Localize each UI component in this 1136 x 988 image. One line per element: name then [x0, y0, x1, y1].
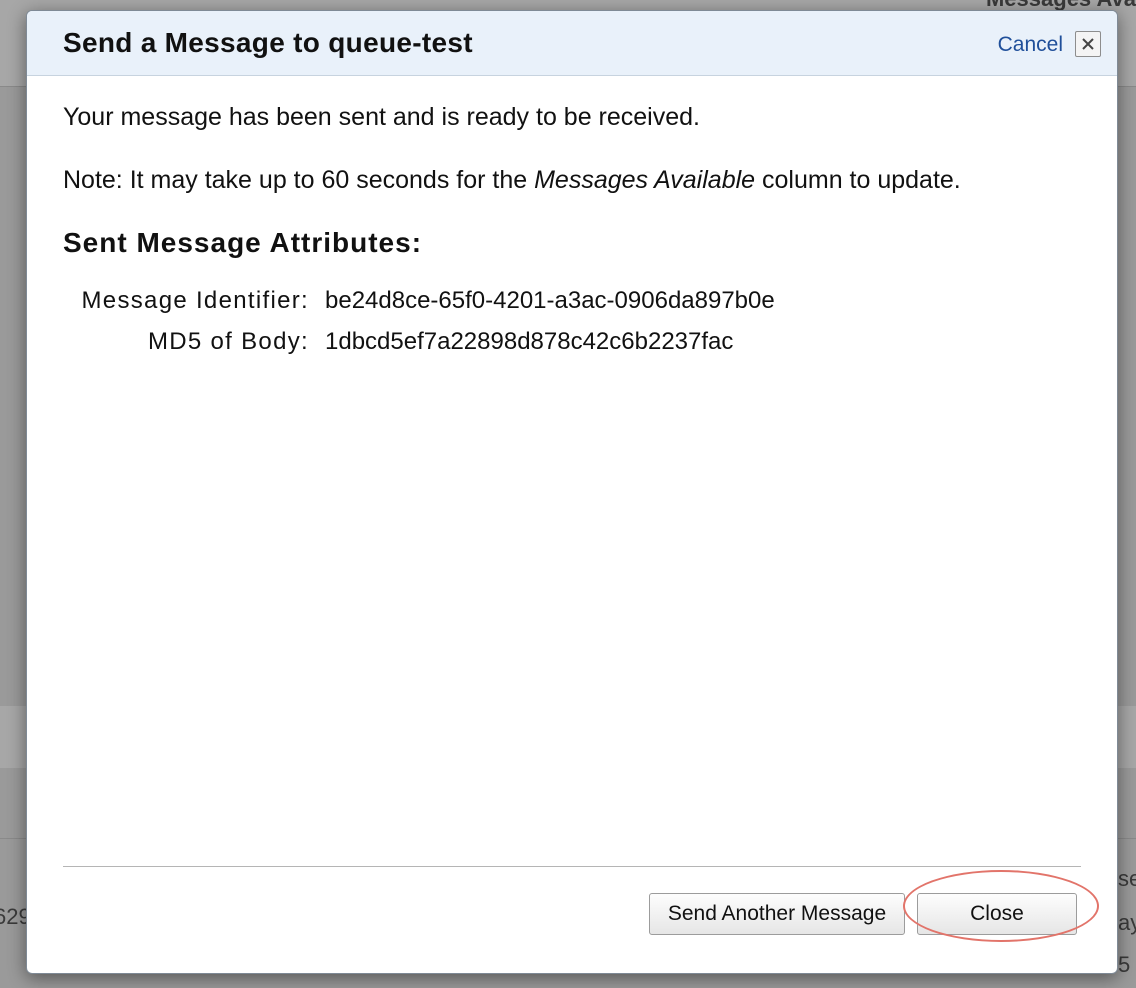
dialog-header: Send a Message to queue-test Cancel	[27, 11, 1117, 76]
attribute-label: Message Identifier:	[81, 287, 309, 314]
close-button[interactable]: Close	[917, 893, 1077, 935]
footer-divider	[63, 866, 1081, 867]
attributes-heading: Sent Message Attributes:	[63, 227, 423, 258]
dialog-title: Send a Message to queue-test	[63, 27, 473, 58]
close-icon	[1082, 38, 1094, 50]
message-identifier-value: be24d8ce-65f0-4201-a3ac-0906da897b0e	[325, 287, 775, 314]
confirmation-text: Your message has been sent and is ready …	[63, 103, 700, 131]
note-emphasis: Messages Available	[534, 166, 756, 194]
cancel-link[interactable]: Cancel	[998, 33, 1063, 57]
background-cell-text: 5 k	[1118, 952, 1136, 977]
background-cell-text: ay	[1118, 910, 1136, 935]
attribute-label: MD5 of Body:	[148, 328, 309, 355]
close-x-button[interactable]	[1075, 31, 1101, 57]
md5-value: 1dbcd5ef7a22898d878c42c6b2237fac	[325, 328, 734, 355]
note-suffix: column to update.	[755, 166, 961, 194]
send-message-dialog: Send a Message to queue-test Cancel Your…	[26, 10, 1118, 974]
send-another-message-button[interactable]: Send Another Message	[649, 893, 905, 935]
update-note: Note: It may take up to 60 seconds for t…	[63, 166, 961, 195]
note-prefix: Note: It may take up to 60 seconds for t…	[63, 166, 535, 194]
background-cell-text: se	[1118, 866, 1136, 891]
